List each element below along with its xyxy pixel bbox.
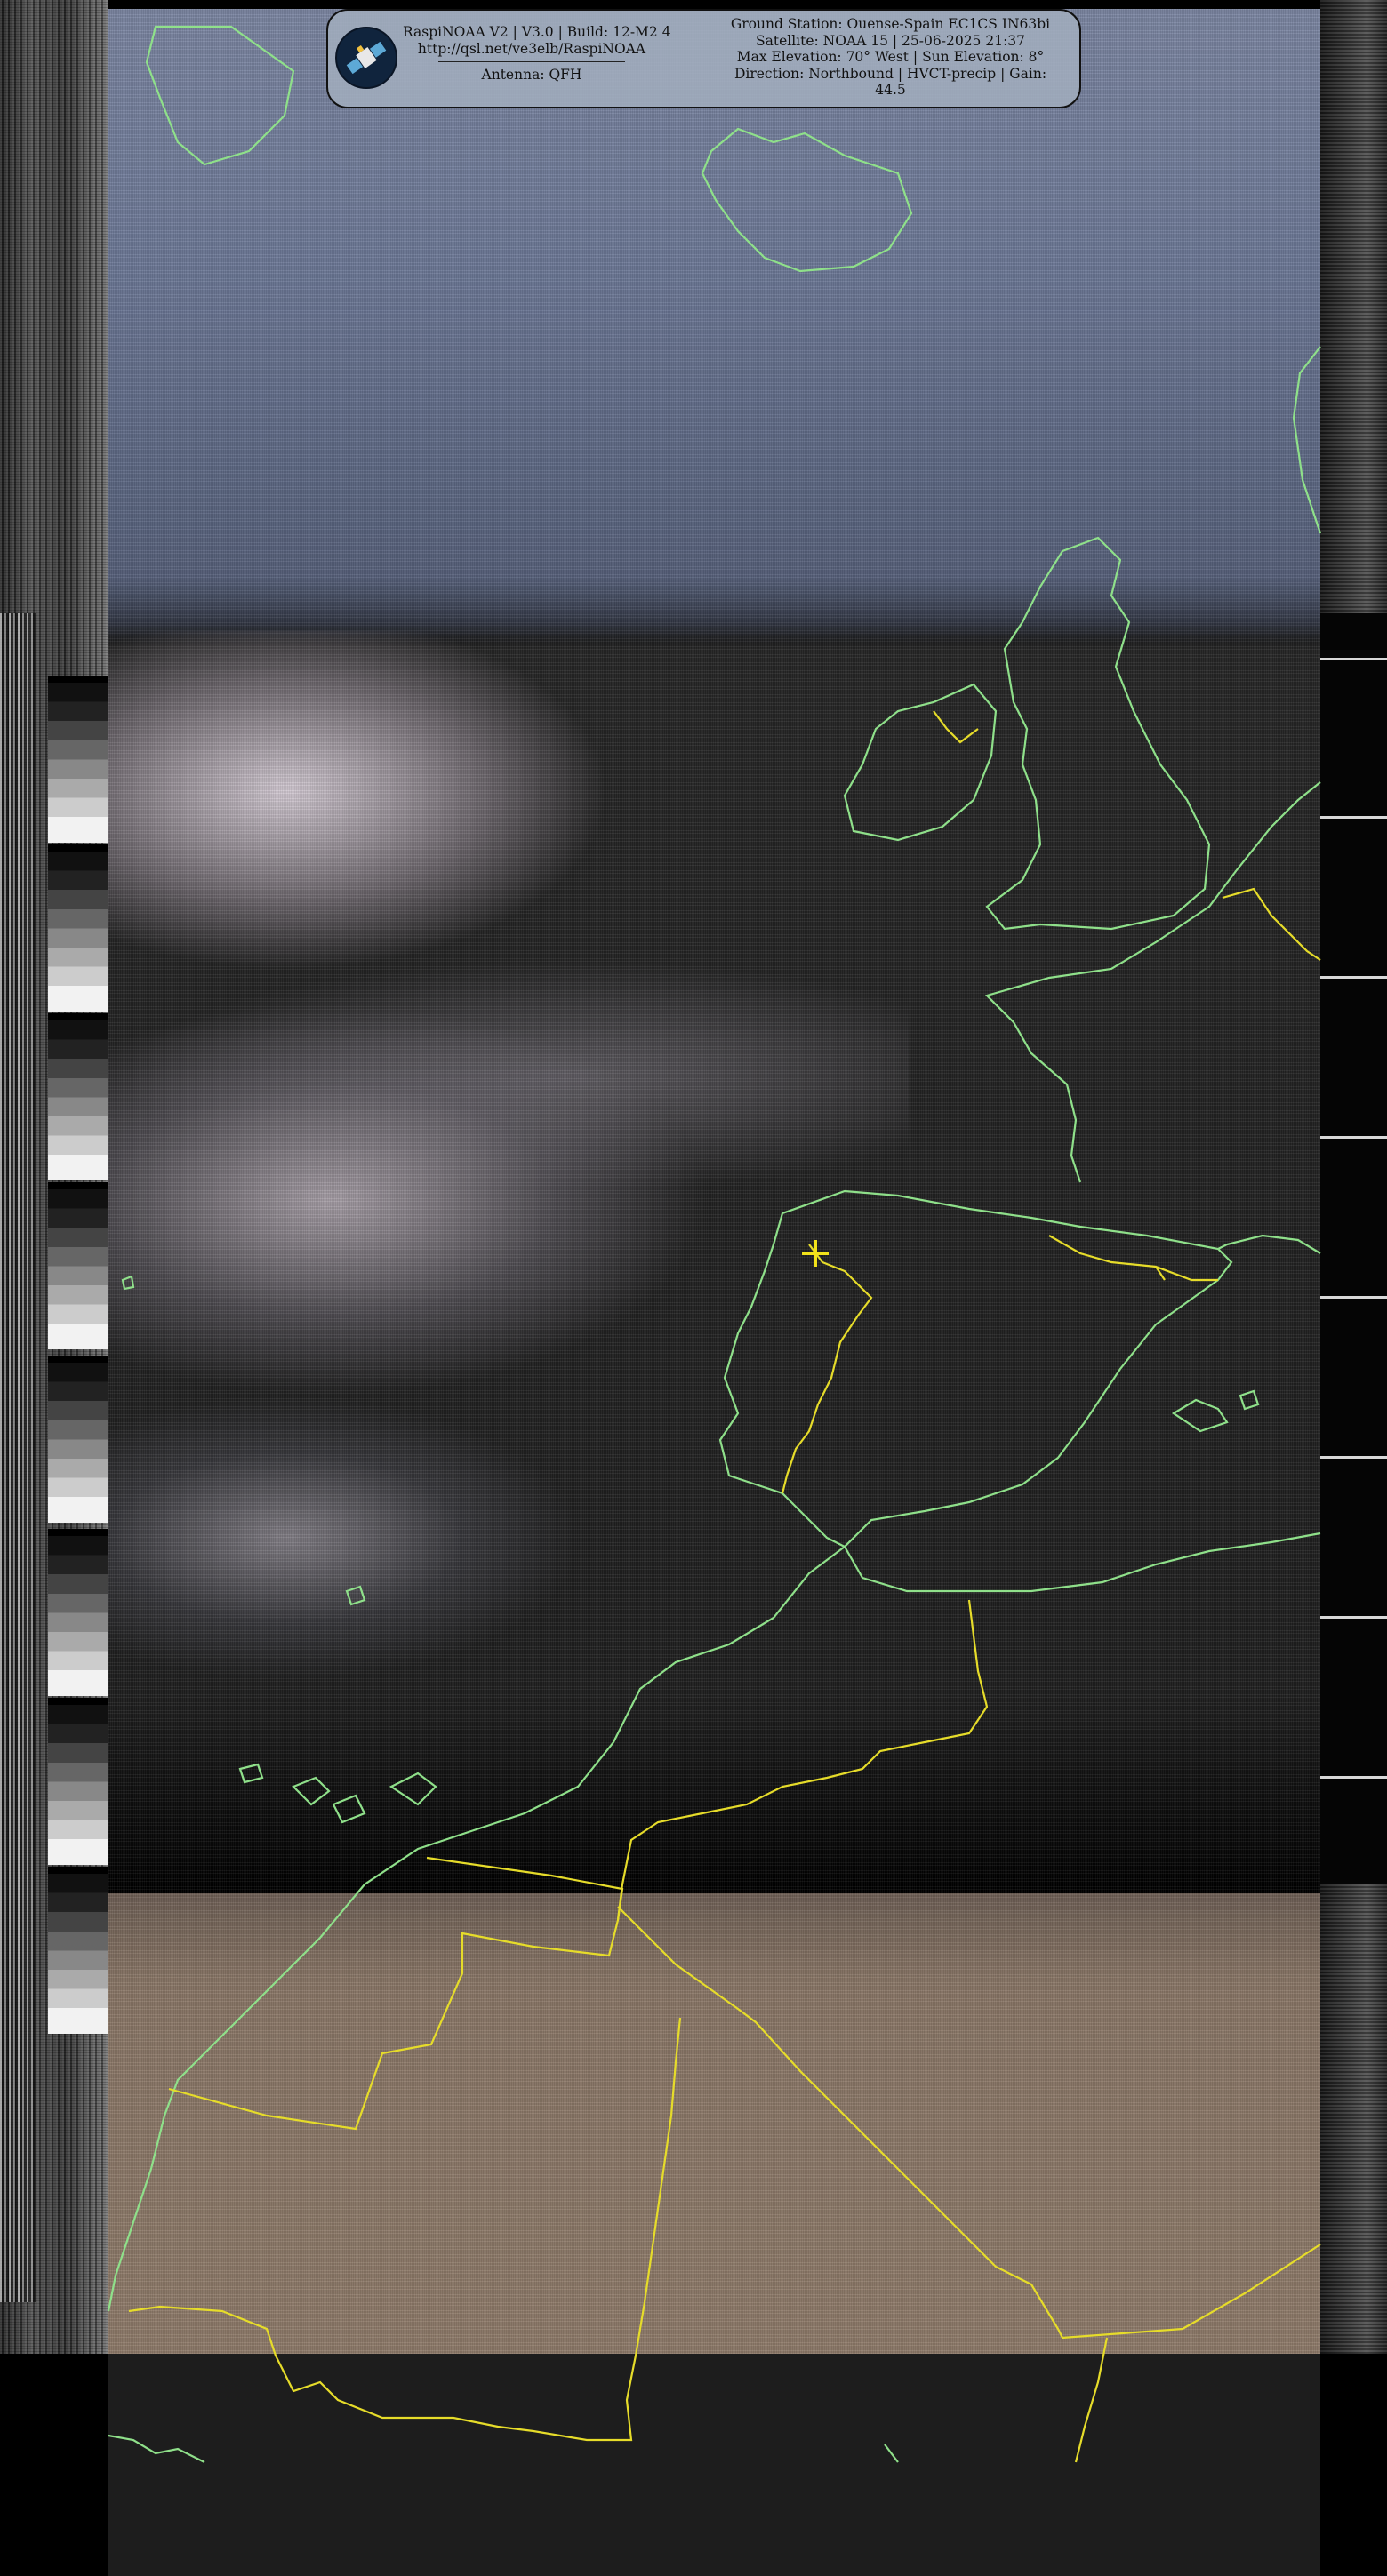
satellite-pass: Satellite: NOAA 15 | 25-06-2025 21:37 bbox=[755, 32, 1026, 49]
border-algeria-mali bbox=[617, 1906, 1321, 2340]
coastline-greenland bbox=[145, 25, 295, 166]
coastline-canary-islands bbox=[238, 1763, 437, 1824]
border-northern-ireland bbox=[933, 710, 979, 744]
border-spain-portugal bbox=[781, 1244, 873, 1494]
border-morocco-algeria bbox=[616, 1599, 989, 1921]
border-france-spain bbox=[1048, 1235, 1218, 1282]
ground-station: Ground Station: Ouense-Spain EC1CS IN63b… bbox=[730, 16, 1051, 32]
coastline-mediterranean-north bbox=[1217, 1234, 1321, 1254]
coastline-north-africa bbox=[107, 1532, 1321, 2312]
project-url: http://qsl.net/ve3elb/RaspiNOAA bbox=[417, 40, 646, 57]
coastline-iberia bbox=[718, 1189, 1233, 1548]
software-info: RaspiNOAA V2 | V3.0 | Build: 12-M2 4 htt… bbox=[403, 24, 671, 84]
border-western-sahara bbox=[168, 1856, 624, 2131]
weather-satellite-image: RaspiNOAA V2 | V3.0 | Build: 12-M2 4 htt… bbox=[0, 0, 1387, 2576]
coastline-iceland bbox=[701, 127, 913, 273]
coastline-north-africa-south bbox=[108, 2434, 205, 2463]
coastline-france bbox=[984, 781, 1321, 1183]
border-benelux bbox=[1222, 887, 1321, 961]
gain-value: 44.5 bbox=[875, 82, 906, 98]
political-borders bbox=[128, 710, 1321, 2463]
pass-info-panel: RaspiNOAA V2 | V3.0 | Build: 12-M2 4 htt… bbox=[326, 9, 1081, 108]
elevation-info: Max Elevation: 70° West | Sun Elevation:… bbox=[736, 49, 1045, 65]
software-version: RaspiNOAA V2 | V3.0 | Build: 12-M2 4 bbox=[403, 24, 671, 40]
border-mauritania bbox=[128, 2017, 682, 2442]
coastline-atlantic-islands bbox=[121, 1275, 366, 1606]
divider bbox=[438, 61, 625, 62]
coastlines bbox=[107, 25, 1322, 2463]
coastline-ireland bbox=[843, 683, 998, 842]
pass-details: Ground Station: Ouense-Spain EC1CS IN63b… bbox=[710, 16, 1070, 99]
coastline-balearics bbox=[1171, 1389, 1260, 1433]
satellite-icon bbox=[335, 27, 397, 89]
border-mali bbox=[1074, 2337, 1109, 2463]
coastline-fragment bbox=[884, 2444, 899, 2463]
antenna-type: Antenna: QFH bbox=[481, 67, 582, 83]
direction-info: Direction: Northbound | HVCT-precip | Ga… bbox=[734, 65, 1047, 82]
coastline-norway bbox=[1292, 346, 1322, 534]
coastline-great-britain bbox=[985, 536, 1211, 931]
map-overlay bbox=[107, 25, 1322, 2463]
